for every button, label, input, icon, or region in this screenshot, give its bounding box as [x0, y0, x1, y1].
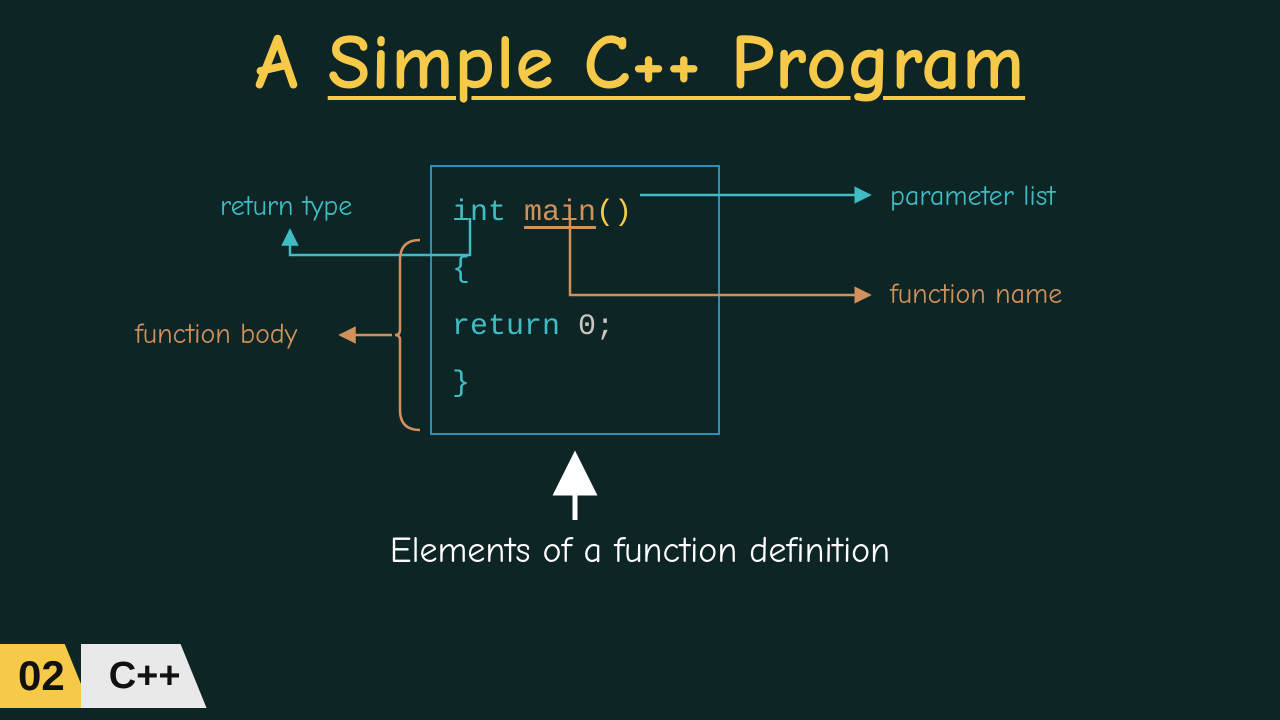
caption: Elements of a function definition	[0, 530, 1280, 571]
title-prefix: A	[255, 18, 299, 108]
bracket-function-body	[395, 240, 420, 430]
title-underlined: Simple C++ Program	[328, 18, 1025, 108]
code-line-3: return 0;	[452, 299, 698, 356]
code-box: int main() { return 0; }	[430, 165, 720, 435]
slide-title: A Simple C++ Program	[0, 18, 1280, 108]
token-paren-open: (	[596, 196, 614, 230]
badge-language: C++	[81, 644, 207, 708]
token-func-name: main	[524, 196, 596, 230]
label-return-type: return type	[220, 190, 352, 222]
token-return-type: int	[452, 196, 506, 230]
label-function-name: function name	[890, 278, 1062, 310]
token-semicolon: ;	[596, 310, 614, 344]
code-line-1: int main()	[452, 185, 698, 242]
token-return-val: 0	[578, 310, 596, 344]
badge-number: 02	[0, 644, 91, 708]
label-parameter-list: parameter list	[890, 180, 1055, 212]
code-line-4: }	[452, 356, 698, 413]
token-brace-close: }	[452, 367, 470, 401]
code-line-2: {	[452, 242, 698, 299]
token-brace-open: {	[452, 253, 470, 287]
label-function-body: function body	[135, 318, 297, 350]
token-paren-close: )	[614, 196, 632, 230]
token-return-kw: return	[452, 310, 560, 344]
badge-group: 02 C++	[0, 644, 197, 708]
